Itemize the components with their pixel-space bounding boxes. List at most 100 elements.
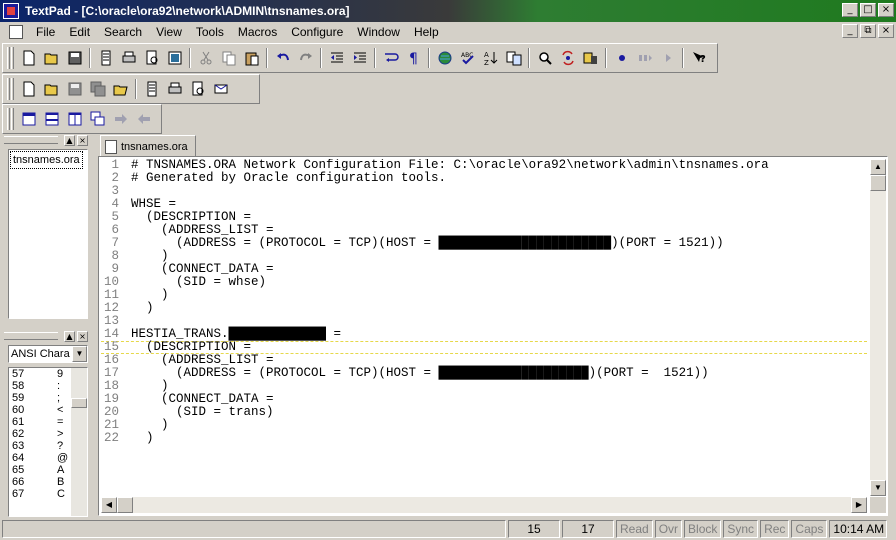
code-line[interactable]: 10 (SID = whse) [101, 276, 867, 289]
open-folder-icon[interactable] [109, 78, 132, 100]
play-macro-icon[interactable] [633, 47, 656, 69]
close-button[interactable]: × [878, 3, 894, 17]
clip-library-scrollbar[interactable] [71, 368, 87, 516]
word-wrap-icon[interactable] [379, 47, 402, 69]
code-line[interactable]: 22 ) [101, 432, 867, 445]
scroll-thumb-horizontal[interactable] [117, 497, 133, 513]
decrease-indent-icon[interactable] [325, 47, 348, 69]
cut-icon[interactable] [194, 47, 217, 69]
show-paragraph-icon[interactable]: ¶ [402, 47, 425, 69]
status-bar: 15 17 Read Ovr Block Sync Rec Caps 10:14… [0, 517, 896, 540]
child-restore-button[interactable]: ⧉ [860, 24, 876, 38]
scroll-right-button[interactable]: ▶ [851, 497, 867, 513]
toolbar-grip[interactable] [7, 108, 15, 130]
tab-tnsnames[interactable]: tnsnames.ora [100, 135, 196, 157]
panel-pin-button[interactable]: ▲ [64, 330, 75, 342]
web-icon[interactable] [433, 47, 456, 69]
toolbar-grip[interactable] [7, 78, 15, 100]
redo-icon[interactable] [294, 47, 317, 69]
panel-close-button[interactable]: × [77, 330, 88, 342]
open-file-icon[interactable] [40, 47, 63, 69]
child-close-button[interactable]: × [878, 24, 894, 38]
paste-icon[interactable] [240, 47, 263, 69]
panel-grip[interactable] [4, 332, 58, 340]
new-file-icon[interactable] [17, 47, 40, 69]
code-line[interactable]: 2 # Generated by Oracle configuration too… [101, 172, 867, 185]
horizontal-split-icon[interactable] [40, 108, 63, 130]
svg-text:?: ? [700, 54, 706, 65]
document-properties-icon[interactable] [94, 47, 117, 69]
panel-pin-button[interactable]: ▲ [64, 134, 75, 146]
menu-search[interactable]: Search [97, 23, 149, 41]
menu-file[interactable]: File [29, 23, 62, 41]
tile-icon[interactable] [17, 108, 40, 130]
code-line[interactable]: 3 [101, 185, 867, 198]
increase-indent-icon[interactable] [348, 47, 371, 69]
title-bar[interactable]: TextPad - [C:\oracle\ora92\network\ADMIN… [0, 0, 896, 22]
child-minimize-button[interactable]: _ [842, 24, 858, 38]
code-line[interactable]: 11 ) [101, 289, 867, 302]
svg-text:A: A [484, 51, 489, 59]
step-icon[interactable] [656, 47, 679, 69]
panel-grip[interactable] [4, 136, 58, 144]
print-icon[interactable] [163, 78, 186, 100]
find-icon[interactable] [533, 47, 556, 69]
panel-close-button[interactable]: × [77, 134, 88, 146]
manage-files-icon[interactable] [163, 47, 186, 69]
save-icon[interactable] [63, 78, 86, 100]
print-icon[interactable] [117, 47, 140, 69]
sort-icon[interactable]: AZ [479, 47, 502, 69]
minimize-button[interactable]: _ [842, 3, 858, 17]
text-editor[interactable]: 1 # TNSNAMES.ORA Network Configuration Fi… [98, 156, 888, 516]
line-text: (DESCRIPTION = [131, 340, 252, 354]
scrollbar-corner [870, 497, 886, 513]
cascade-icon[interactable] [86, 108, 109, 130]
undo-icon[interactable] [271, 47, 294, 69]
code-line[interactable]: 21 ) [101, 419, 867, 432]
compare-icon[interactable] [502, 47, 525, 69]
textpad-app-icon[interactable] [3, 3, 19, 19]
print-preview-icon[interactable] [140, 47, 163, 69]
email-icon[interactable] [209, 78, 232, 100]
menu-tools[interactable]: Tools [189, 23, 231, 41]
help-icon[interactable]: ? [687, 47, 710, 69]
menu-macros[interactable]: Macros [231, 23, 284, 41]
previous-window-icon[interactable] [132, 108, 155, 130]
horizontal-scrollbar[interactable]: ◀ ▶ [101, 497, 867, 513]
maximize-button[interactable]: □ [860, 3, 876, 17]
replace-icon[interactable] [556, 47, 579, 69]
code-line[interactable]: 20 (SID = trans) [101, 406, 867, 419]
code-line[interactable]: 17 (ADDRESS = (PROTOCOL = TCP)(HOST = ██… [101, 367, 867, 380]
copy-icon[interactable] [217, 47, 240, 69]
save-icon[interactable] [63, 47, 86, 69]
menu-configure[interactable]: Configure [284, 23, 350, 41]
menu-view[interactable]: View [149, 23, 189, 41]
vertical-split-icon[interactable] [63, 108, 86, 130]
find-in-files-icon[interactable] [579, 47, 602, 69]
menu-edit[interactable]: Edit [62, 23, 97, 41]
open-file-icon[interactable] [40, 78, 63, 100]
code-line[interactable]: 7 (ADDRESS = (PROTOCOL = TCP)(HOST = ███… [101, 237, 867, 250]
code-line[interactable]: 12 ) [101, 302, 867, 315]
scroll-thumb[interactable] [870, 175, 886, 191]
scroll-thumb[interactable] [71, 398, 87, 408]
new-file-icon[interactable] [17, 78, 40, 100]
next-window-icon[interactable] [109, 108, 132, 130]
vertical-scrollbar[interactable]: ▲ ▼ [870, 159, 886, 496]
print-preview-icon[interactable] [186, 78, 209, 100]
editor-lines[interactable]: 1 # TNSNAMES.ORA Network Configuration Fi… [101, 159, 867, 496]
scroll-down-button[interactable]: ▼ [870, 480, 886, 496]
save-all-icon[interactable] [86, 78, 109, 100]
menu-help[interactable]: Help [407, 23, 446, 41]
chevron-down-icon[interactable]: ▼ [72, 346, 87, 362]
document-properties-icon[interactable] [140, 78, 163, 100]
record-macro-icon[interactable] [610, 47, 633, 69]
clip-library-select[interactable]: ANSI Chara ▼ [8, 345, 88, 363]
scroll-left-button[interactable]: ◀ [101, 497, 117, 513]
document-list-item[interactable]: tnsnames.ora [10, 151, 83, 169]
toolbar-grip[interactable] [7, 47, 15, 69]
scroll-up-button[interactable]: ▲ [870, 159, 886, 175]
spell-check-icon[interactable]: ABC [456, 47, 479, 69]
document-icon[interactable] [9, 25, 23, 39]
menu-window[interactable]: Window [350, 23, 407, 41]
